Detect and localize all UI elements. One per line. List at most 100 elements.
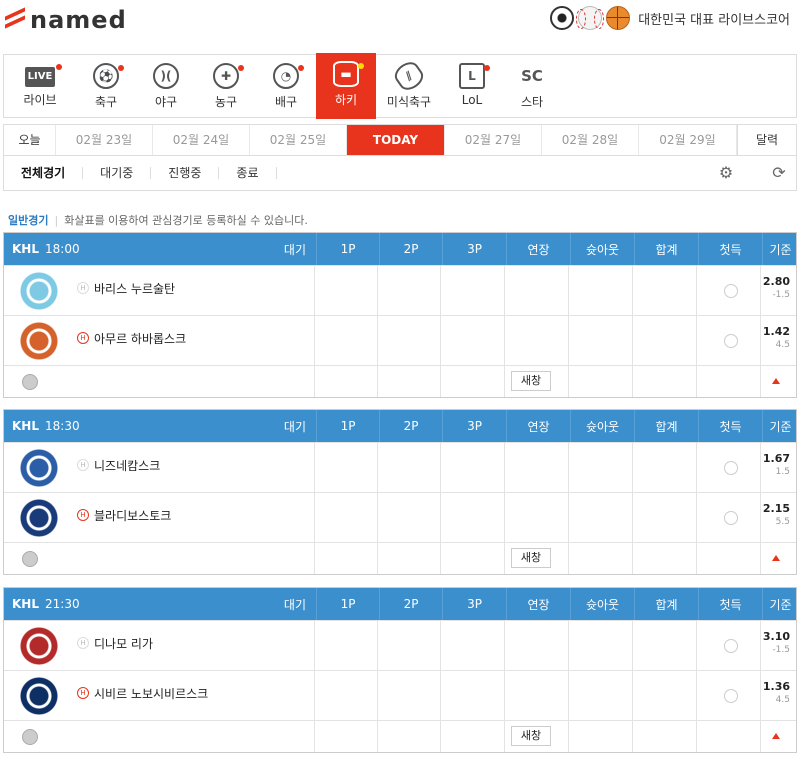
column-header: 1P (316, 410, 379, 442)
tagline: 대한민국 대표 라이브스코어 (638, 12, 790, 28)
divider (314, 266, 315, 315)
divider (504, 366, 505, 397)
match-card: KHL 18:00 대기 1P 2P 3P 연장 슛아웃 합계 첫득 기준 H 바리스 누르술탄 2.80… (3, 232, 797, 398)
tab-baseball[interactable]: )( 야구 (136, 55, 196, 117)
named-logo[interactable]: named (4, 6, 127, 34)
favorite-toggle-icon[interactable] (22, 374, 38, 390)
tab-hockey[interactable]: ▬ 하키 (316, 53, 376, 119)
divider (568, 266, 569, 315)
home-badge-icon: H (77, 687, 89, 699)
divider (568, 721, 569, 752)
divider (504, 443, 505, 492)
divider (760, 443, 761, 492)
divider (440, 671, 441, 720)
divider (696, 721, 697, 752)
divider (377, 671, 378, 720)
divider (314, 316, 315, 365)
divider (760, 543, 761, 574)
logo-mark-icon (4, 7, 26, 31)
date-item[interactable]: 02월 28일 (542, 125, 639, 155)
column-header: 슛아웃 (570, 588, 634, 620)
collapse-arrow-icon[interactable] (772, 378, 780, 384)
basketball-icon: ✚ (213, 63, 239, 89)
new-dot (56, 64, 62, 70)
divider (760, 493, 761, 542)
team-row: H 바리스 누르술탄 2.80 -1.5 (4, 265, 796, 315)
date-item[interactable]: 02월 25일 (250, 125, 347, 155)
filter-bar: 전체경기 대기중 진행중 종료 ⚙ ⟳ (3, 156, 797, 191)
handicap-value: 1.5 (775, 467, 790, 477)
date-item[interactable]: 02월 29일 (639, 125, 737, 155)
tab-football[interactable]: ⫽ 미식축구 (376, 55, 442, 117)
divider (314, 621, 315, 670)
divider (568, 316, 569, 365)
divider (504, 671, 505, 720)
odd-value: 2.15 (762, 502, 790, 515)
filter-finished[interactable]: 종료 (219, 167, 277, 179)
filter-waiting[interactable]: 대기중 (83, 167, 152, 179)
favorite-toggle-icon[interactable] (22, 551, 38, 567)
team-name: 디나모 리가 (94, 637, 154, 651)
divider (760, 721, 761, 752)
date-today-link[interactable]: 오늘 (4, 125, 56, 155)
divider (568, 366, 569, 397)
team-row: H 시비르 노보시비르스크 1.36 4.5 (4, 670, 796, 720)
new-dot (238, 65, 244, 71)
column-header: 1P (316, 588, 379, 620)
new-dot (484, 65, 490, 71)
home-badge-icon: H (77, 459, 89, 471)
divider (696, 543, 697, 574)
match-time: 18:00 (45, 242, 80, 256)
volleyball-icon: ◔ (273, 63, 299, 89)
date-item[interactable]: 02월 23일 (56, 125, 153, 155)
collapse-arrow-icon[interactable] (772, 555, 780, 561)
tab-label: 축구 (94, 95, 118, 109)
first-score-radio[interactable] (724, 334, 738, 348)
divider (760, 316, 761, 365)
divider (377, 493, 378, 542)
divider (632, 443, 633, 492)
first-score-radio[interactable] (724, 639, 738, 653)
team-name: 아무르 하바롭스크 (94, 332, 187, 346)
tab-live[interactable]: LIVE 라이브 (4, 55, 76, 117)
tab-lol[interactable]: L LoL (442, 55, 502, 117)
filter-all[interactable]: 전체경기 (4, 167, 84, 179)
first-score-radio[interactable] (724, 511, 738, 525)
settings-gear-icon[interactable]: ⚙ (717, 164, 735, 182)
divider (632, 493, 633, 542)
date-item[interactable]: 02월 24일 (153, 125, 250, 155)
collapse-arrow-icon[interactable] (772, 733, 780, 739)
column-header: 2P (379, 410, 442, 442)
header: named 대한민국 대표 라이브스코어 (0, 0, 800, 40)
refresh-icon[interactable]: ⟳ (770, 164, 788, 182)
tab-label: 하키 (334, 93, 358, 107)
first-score-radio[interactable] (724, 461, 738, 475)
match-time: 21:30 (45, 597, 80, 611)
new-window-button[interactable]: 새창 (511, 726, 551, 746)
new-dot (118, 65, 124, 71)
new-window-button[interactable]: 새창 (511, 371, 551, 391)
divider (377, 366, 378, 397)
team-name: 블라디보스토크 (94, 509, 172, 523)
soccer-ball-icon (550, 6, 575, 30)
calendar-button[interactable]: 달력 (737, 125, 796, 155)
tab-soccer[interactable]: ⚽ 축구 (76, 55, 136, 117)
notice-title: 일반경기 (8, 214, 49, 227)
match-card: KHL 18:30 대기 1P 2P 3P 연장 슛아웃 합계 첫득 기준 H 니즈네캄스크 1.67 1.… (3, 409, 797, 575)
new-dot (298, 65, 304, 71)
divider (314, 443, 315, 492)
first-score-radio[interactable] (724, 284, 738, 298)
tab-starcraft[interactable]: SC 스타 (502, 55, 562, 117)
date-today-active[interactable]: TODAY (347, 125, 445, 155)
match-header: KHL 18:30 대기 1P 2P 3P 연장 슛아웃 합계 첫득 기준 (4, 410, 796, 442)
filter-live[interactable]: 진행중 (151, 167, 220, 179)
first-score-radio[interactable] (724, 689, 738, 703)
date-item[interactable]: 02월 27일 (445, 125, 542, 155)
favorite-toggle-icon[interactable] (22, 729, 38, 745)
league-label: KHL 21:30 (12, 597, 80, 611)
column-header: 2P (379, 233, 442, 265)
tab-volleyball[interactable]: ◔ 배구 (256, 55, 316, 117)
match-footer: 새창 (4, 542, 796, 574)
tab-basketball[interactable]: ✚ 농구 (196, 55, 256, 117)
new-window-button[interactable]: 새창 (511, 548, 551, 568)
